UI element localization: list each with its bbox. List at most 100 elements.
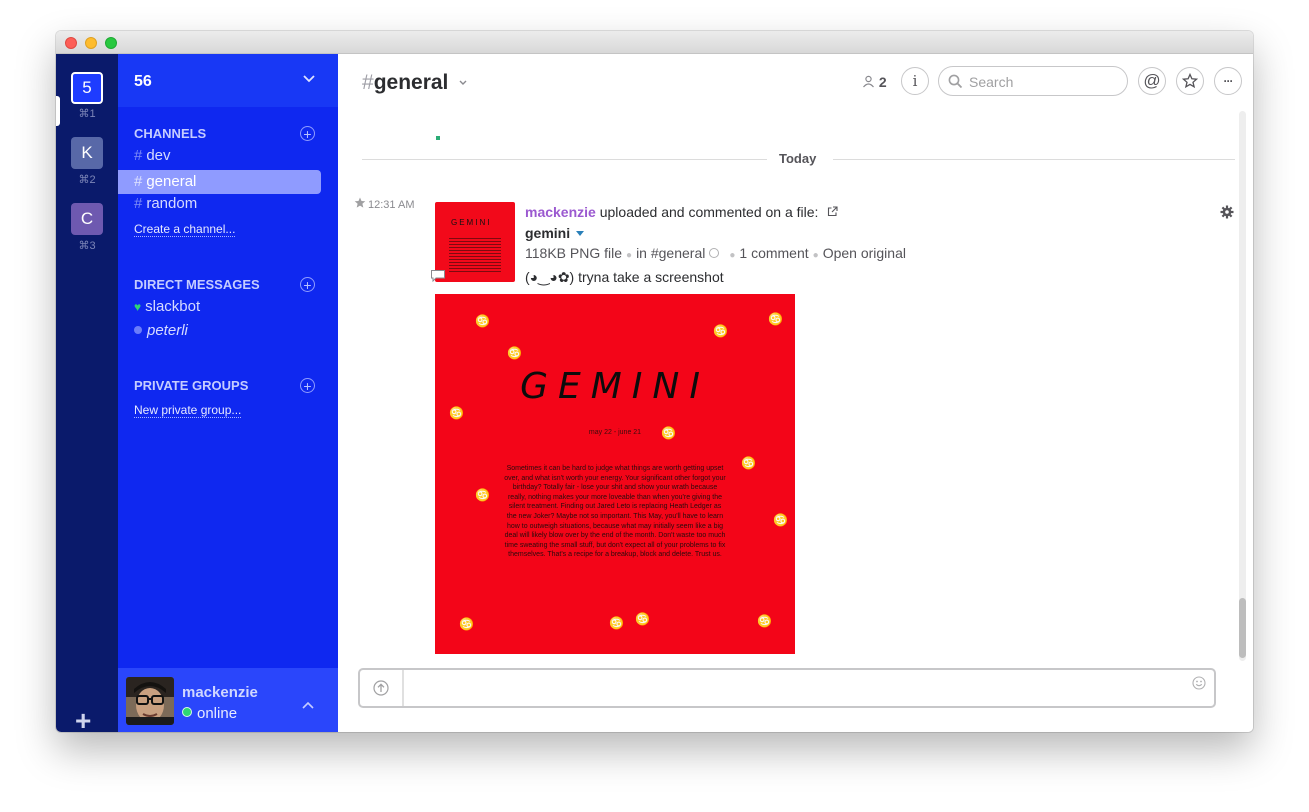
file-channel[interactable]: in #general — [636, 245, 705, 261]
minimize-window-button[interactable] — [85, 37, 97, 49]
channel-title-label: general — [373, 71, 449, 94]
unread-marker — [436, 136, 440, 140]
team-name: 56 — [134, 73, 152, 90]
add-group-icon[interactable]: + — [300, 378, 315, 393]
channel-info-button[interactable]: i — [901, 67, 929, 95]
dm-peterli[interactable]: peterli — [134, 322, 188, 339]
team-shortcut: ⌘3 — [78, 240, 96, 252]
star-icon — [1181, 72, 1199, 89]
upload-button[interactable] — [360, 670, 404, 706]
day-divider-line — [833, 159, 1235, 160]
glyph: ♋ — [713, 324, 728, 338]
emoji-icon[interactable] — [1192, 676, 1206, 690]
day-divider: Today — [779, 151, 817, 166]
file-title-label: gemini — [525, 225, 571, 241]
comment-icon — [431, 270, 445, 282]
external-link-icon[interactable] — [827, 206, 838, 217]
add-channel-icon[interactable]: + — [300, 126, 315, 141]
caret-down-icon[interactable] — [576, 231, 585, 236]
glyph: ♋ — [459, 617, 474, 631]
user-menu[interactable]: mackenzie online — [118, 668, 338, 732]
add-dm-icon[interactable]: + — [300, 277, 315, 292]
member-count[interactable]: 2 — [862, 74, 887, 90]
heart-icon: ♥ — [134, 300, 142, 314]
search-icon — [948, 74, 963, 89]
channel-hash: # — [362, 71, 374, 94]
dm-slackbot[interactable]: ♥ slackbot — [134, 298, 200, 315]
channel-view: #general 2 i @ ··· Today 12:31 AM GEMINI… — [338, 54, 1253, 732]
glyph: ♋ — [609, 616, 624, 630]
message-timestamp[interactable]: 12:31 AM — [368, 199, 414, 211]
chevron-down-icon — [303, 75, 315, 83]
channel-dev[interactable]: # dev — [118, 147, 338, 170]
more-menu-button[interactable]: ··· — [1214, 67, 1242, 95]
team-button-c[interactable]: C — [71, 203, 103, 235]
file-comment: (◕‿◕✿) tryna take a screenshot — [525, 269, 724, 285]
message-scrollbar[interactable] — [1239, 111, 1246, 661]
glyph: ♋ — [449, 406, 464, 420]
zoom-window-button[interactable] — [105, 37, 117, 49]
create-channel-link[interactable]: Create a channel... — [134, 222, 236, 237]
title-bar — [56, 31, 1253, 54]
direct-messages-heading[interactable]: DIRECT MESSAGES — [134, 277, 260, 292]
message-action: uploaded and commented on a file: — [599, 204, 819, 220]
new-private-group-link[interactable]: New private group... — [134, 403, 242, 418]
user-status: online — [182, 705, 237, 722]
day-divider-line — [362, 159, 767, 160]
starred-button[interactable] — [1176, 67, 1204, 95]
team-shortcut: ⌘2 — [78, 174, 96, 186]
close-window-button[interactable] — [65, 37, 77, 49]
team-button-k[interactable]: K — [71, 137, 103, 169]
team-button-5[interactable]: 5 — [71, 72, 103, 104]
thumbnail-text — [449, 238, 501, 272]
image-title: GEMINI — [520, 366, 710, 407]
status-label: online — [197, 705, 238, 722]
channel-title[interactable]: #general — [362, 71, 448, 95]
file-size: 118KB PNG file — [525, 245, 623, 261]
open-original-link[interactable]: Open original — [823, 245, 906, 261]
channels-heading[interactable]: CHANNELS — [134, 126, 206, 141]
glyph: ♋ — [773, 513, 788, 527]
member-count-label: 2 — [878, 74, 887, 90]
star-icon[interactable] — [354, 197, 366, 209]
chevron-up-icon — [302, 701, 314, 709]
channel-label: dev — [146, 147, 171, 164]
scroll-thumb[interactable] — [1239, 598, 1246, 658]
online-dot — [182, 707, 192, 717]
search-input[interactable] — [967, 72, 1121, 92]
avatar[interactable] — [126, 677, 174, 725]
glyph: ♋ — [475, 488, 490, 502]
channel-general[interactable]: # general — [118, 170, 321, 194]
thumbnail-title: GEMINI — [451, 218, 492, 227]
message-composer — [358, 668, 1216, 708]
dm-label: slackbot — [145, 298, 201, 315]
message-input[interactable] — [412, 678, 1186, 700]
file-thumbnail[interactable]: GEMINI — [435, 202, 515, 282]
user-name: mackenzie — [182, 684, 258, 701]
team-switcher: 5 ⌘1 K ⌘2 C ⌘3 + — [56, 54, 118, 732]
glyph: ♋ — [661, 426, 676, 440]
message-header: mackenzie uploaded and commented on a fi… — [525, 204, 838, 220]
chevron-down-icon[interactable] — [459, 80, 467, 86]
team-shortcut: ⌘1 — [78, 108, 96, 120]
message-author[interactable]: mackenzie — [525, 204, 596, 220]
app-window: 5 ⌘1 K ⌘2 C ⌘3 + 56 CHANNELS + # dev # gen… — [56, 31, 1253, 732]
mentions-button[interactable]: @ — [1138, 67, 1166, 95]
channel-label: random — [146, 195, 198, 212]
glyph: ♋ — [635, 612, 650, 626]
glyph: ♋ — [768, 312, 783, 326]
private-groups-heading[interactable]: PRIVATE GROUPS — [134, 378, 248, 393]
glyph: ♋ — [757, 614, 772, 628]
glyph: ♋ — [741, 456, 756, 470]
add-team-button[interactable]: + — [75, 707, 91, 733]
channel-random[interactable]: # random — [118, 195, 338, 218]
file-title[interactable]: gemini — [525, 225, 585, 241]
team-menu[interactable]: 56 — [118, 54, 338, 107]
search-box[interactable] — [938, 66, 1128, 96]
file-preview-image[interactable]: GEMINI may 22 - june 21 Sometimes it can… — [435, 294, 795, 654]
comment-count[interactable]: 1 comment — [739, 245, 808, 261]
presence-dot — [134, 326, 142, 334]
gear-icon[interactable] — [1220, 205, 1234, 219]
channel-label: general — [146, 173, 197, 190]
file-meta: 118KB PNG file ● in #general ● 1 comment ● Ope… — [525, 245, 906, 261]
